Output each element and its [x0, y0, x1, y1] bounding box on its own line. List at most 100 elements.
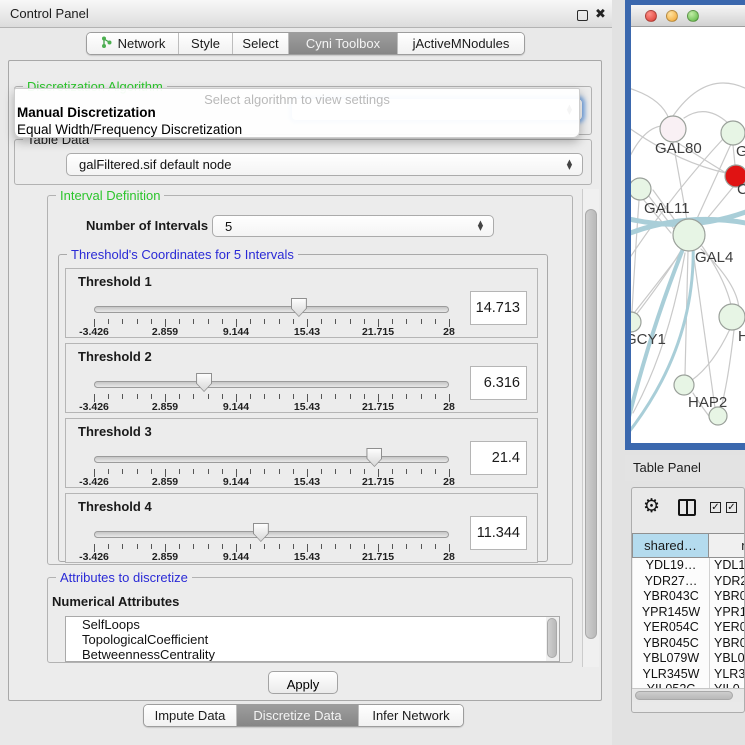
cell-name: YBL0	[714, 651, 745, 665]
checkbox-checked-icon[interactable]: ✓	[710, 502, 721, 513]
network-canvas[interactable]: GAL80GALCGAL11GAL4GCY1HHAP2	[631, 27, 745, 443]
table-data-group: Table Data galFiltered.sif default node …	[14, 139, 592, 185]
content-scrollbar[interactable]	[582, 189, 599, 667]
tab-label: Cyni Toolbox	[306, 36, 380, 51]
content-scrollbar-thumb[interactable]	[585, 209, 597, 639]
network-node-label: GCY1	[631, 331, 666, 348]
table-row[interactable]: YBR045CYBR0	[633, 636, 745, 652]
cell-shared-name: YDL19…	[633, 558, 709, 572]
tab-label: jActiveMNodules	[413, 36, 510, 51]
network-node[interactable]	[721, 121, 745, 145]
network-window-titlebar[interactable]	[631, 5, 745, 27]
threshold-row: Threshold 2-3.4262.8599.14415.4321.71528…	[65, 343, 538, 413]
algorithm-option[interactable]: Equal Width/Frequency Discretization	[17, 122, 242, 137]
bottom-tab-bar: Impute Data Discretize Data Infer Network	[143, 704, 464, 727]
network-node-label: H	[738, 328, 745, 345]
algorithm-option[interactable]: Manual Discretization	[17, 105, 156, 120]
table-horizontal-scrollbar-thumb[interactable]	[635, 691, 733, 700]
threshold-value-field[interactable]: 14.713	[470, 291, 527, 325]
column-header-name[interactable]: na	[709, 533, 745, 558]
tab-label: Infer Network	[372, 708, 449, 723]
attribute-list-item[interactable]: BetweennessCentrality	[66, 647, 559, 662]
numerical-attributes-label: Numerical Attributes	[52, 594, 179, 609]
network-node[interactable]	[673, 219, 705, 251]
table-row[interactable]: YER054CYER0	[633, 620, 745, 636]
tab-infer-network[interactable]: Infer Network	[359, 705, 463, 726]
table-row[interactable]: YDL19… YDL1	[633, 558, 745, 574]
split-columns-icon[interactable]	[678, 499, 696, 516]
table-data-combobox[interactable]: galFiltered.sif default node ▲▼	[66, 153, 583, 176]
cell-shared-name: YER054C	[633, 620, 709, 634]
table-row[interactable]: YDR27…YDR2	[633, 574, 745, 590]
top-tab-bar: NetworkStyle Select Cyni Toolbox jActiveMNo…	[86, 32, 525, 55]
network-node-label: C	[737, 181, 745, 198]
stepper-arrows-icon: ▲▼	[475, 221, 486, 231]
network-node[interactable]	[709, 407, 727, 425]
table-row[interactable]: YPR145WYPR1	[633, 605, 745, 621]
float-window-icon[interactable]	[577, 10, 588, 21]
tab-select[interactable]: Select	[233, 33, 289, 54]
checkbox-checked-icon[interactable]: ✓	[726, 502, 737, 513]
network-edge	[693, 251, 715, 408]
table-body[interactable]: YDL19… YDL1 YDR27…YDR2YBR043CYBR0YPR145WYP…	[633, 558, 745, 688]
slider-handle[interactable]	[291, 298, 307, 317]
tab-network[interactable]: Network	[87, 33, 179, 54]
cell-shared-name: YPR145W	[633, 605, 709, 619]
list-scrollbar-thumb[interactable]	[547, 618, 557, 658]
minimize-traffic-light-icon[interactable]	[666, 10, 678, 22]
network-edge	[684, 112, 728, 123]
threshold-value-field[interactable]: 21.4	[470, 441, 527, 475]
tab-impute-data[interactable]: Impute Data	[144, 705, 237, 726]
panel-title: Control Panel	[10, 6, 89, 21]
thresholds-group: Threshold's Coordinates for 5 Intervals …	[58, 254, 548, 562]
attribute-list-item[interactable]: SelfLoops	[66, 617, 559, 632]
network-node[interactable]	[719, 304, 745, 330]
close-icon[interactable]: ✖	[595, 7, 606, 22]
threshold-value-field[interactable]: 11.344	[470, 516, 527, 550]
network-edge	[733, 145, 735, 165]
attribute-list-item[interactable]: TopologicalCoefficient	[66, 632, 559, 647]
network-node-label: GAL4	[695, 249, 733, 266]
table-row[interactable]: YBL079WYBL0	[633, 651, 745, 667]
slider-track[interactable]	[94, 456, 449, 463]
zoom-traffic-light-icon[interactable]	[687, 10, 699, 22]
list-scrollbar[interactable]	[546, 617, 559, 661]
slider-handle[interactable]	[366, 448, 382, 467]
slider-track[interactable]	[94, 306, 449, 313]
table-horizontal-scrollbar[interactable]	[632, 688, 744, 702]
network-view-window: GAL80GALCGAL11GAL4GCY1HHAP2	[625, 0, 745, 450]
slider-handle[interactable]	[196, 373, 212, 392]
threshold-row: Threshold 3-3.4262.8599.14415.4321.71528…	[65, 418, 538, 488]
interval-definition-group: Interval Definition Number of Intervals …	[47, 195, 573, 565]
network-node-label: GAL11	[644, 200, 690, 217]
network-node[interactable]	[631, 312, 641, 332]
cell-name: YDR2	[714, 574, 745, 588]
table-row[interactable]: YBR043CYBR0	[633, 589, 745, 605]
network-node[interactable]	[674, 375, 694, 395]
cell-name: YLR3	[714, 667, 745, 681]
table-row[interactable]: YLR345WYLR3	[633, 667, 745, 683]
tab-cyni-toolbox[interactable]: Cyni Toolbox	[289, 33, 398, 54]
cell-name: YDL1	[714, 558, 745, 572]
tab-style[interactable]: Style	[179, 33, 233, 54]
tab-jactivemnodules[interactable]: jActiveMNodules	[398, 33, 524, 54]
network-node-label: GAL	[736, 143, 745, 160]
slider-track[interactable]	[94, 381, 449, 388]
number-of-intervals-combobox[interactable]: 5 ▲▼	[212, 215, 494, 237]
apply-button[interactable]: Apply	[268, 671, 338, 694]
numerical-attributes-list[interactable]: SelfLoopsTopologicalCoefficientBetweenne…	[65, 616, 560, 662]
tab-label: Discretize Data	[253, 708, 341, 723]
network-node[interactable]	[660, 116, 686, 142]
slider-handle[interactable]	[253, 523, 269, 542]
close-traffic-light-icon[interactable]	[645, 10, 657, 22]
cell-shared-name: YBR043C	[633, 589, 709, 603]
table-panel: ⚙ ✓ ✓ shared… na YDL19…YDL1YDR27…YDR2YBR…	[631, 487, 745, 713]
gear-icon[interactable]: ⚙	[643, 495, 660, 517]
column-header-shared-name[interactable]: shared…	[632, 533, 709, 558]
tab-discretize-data[interactable]: Discretize Data	[237, 705, 359, 726]
threshold-value-field[interactable]: 6.316	[470, 366, 527, 400]
slider-track[interactable]	[94, 531, 449, 538]
network-node[interactable]	[631, 178, 651, 200]
tab-label: Select	[242, 36, 278, 51]
attributes-group: Attributes to discretize Numerical Attri…	[47, 577, 573, 663]
